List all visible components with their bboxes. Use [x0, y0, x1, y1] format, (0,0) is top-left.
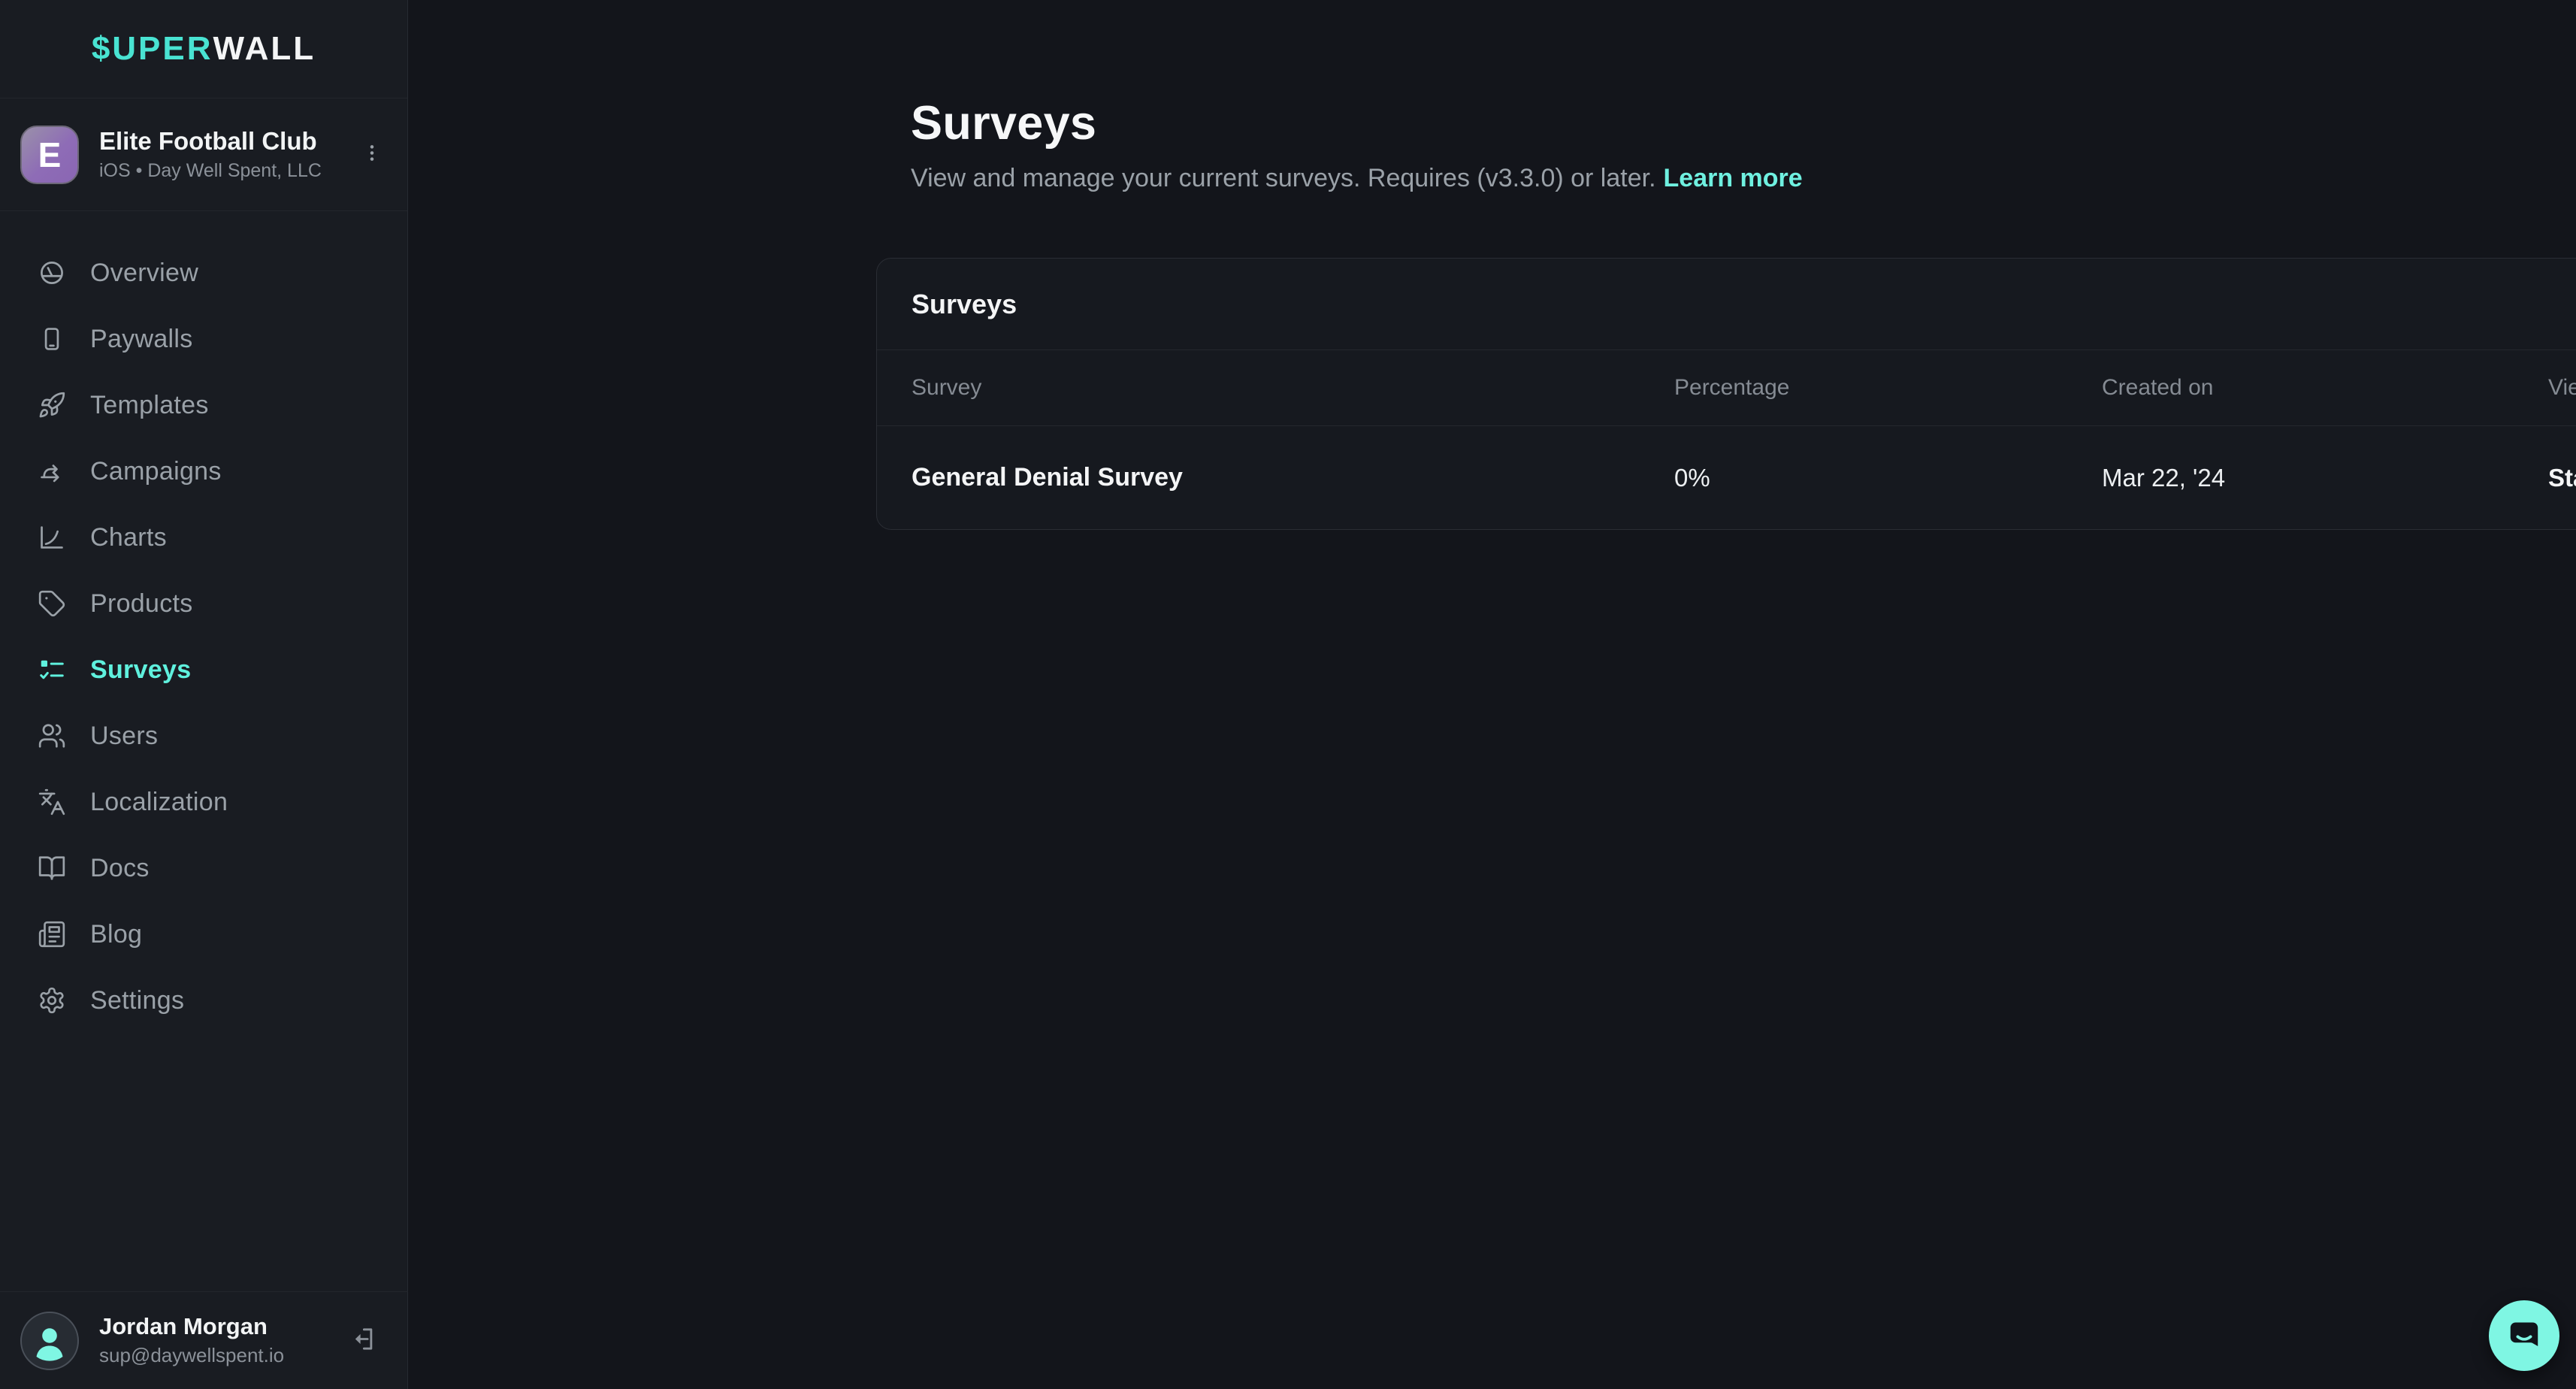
- user-info: Jordan Morgan sup@daywellspent.io: [99, 1314, 284, 1367]
- table-row: General Denial Survey0%Mar 22, '24StatsE…: [877, 426, 2576, 529]
- survey-percentage: 0%: [1674, 464, 2102, 492]
- workspace-menu-icon[interactable]: [356, 137, 388, 172]
- sidebar-item-label: Overview: [90, 259, 198, 288]
- users-icon: [36, 720, 68, 752]
- sidebar-item-blog[interactable]: Blog: [0, 901, 408, 967]
- phone-icon: [36, 323, 68, 355]
- sidebar-item-label: Campaigns: [90, 457, 222, 486]
- column-header-2: Created on: [2102, 375, 2548, 401]
- column-header-0: Survey: [912, 375, 1674, 401]
- book-icon: [36, 852, 68, 884]
- branch-icon: [36, 455, 68, 487]
- brand-logo[interactable]: $UPERWALL: [0, 0, 407, 98]
- sidebar-item-settings[interactable]: Settings: [0, 967, 408, 1033]
- brand-logo-rest: WALL: [213, 30, 316, 68]
- page-subtitle: View and manage your current surveys. Re…: [911, 164, 1803, 193]
- workspace-name: Elite Football Club: [99, 127, 322, 156]
- survey-actions: StatsEdit: [2548, 455, 2576, 501]
- column-header-3: View & Edit: [2548, 375, 2576, 401]
- logout-icon[interactable]: [345, 1321, 379, 1360]
- newspaper-icon: [36, 918, 68, 950]
- chat-launcher[interactable]: [2489, 1300, 2559, 1371]
- sidebar-item-surveys[interactable]: Surveys: [0, 637, 408, 703]
- sidebar-item-label: Templates: [90, 391, 209, 420]
- sidebar-item-products[interactable]: Products: [0, 570, 408, 637]
- sidebar-item-users[interactable]: Users: [0, 703, 408, 769]
- survey-created-on: Mar 22, '24: [2102, 464, 2548, 492]
- stats-link[interactable]: Stats: [2548, 464, 2576, 492]
- user-name: Jordan Morgan: [99, 1314, 284, 1339]
- workspace-meta: iOS • Day Well Spent, LLC: [99, 160, 322, 182]
- sidebar-item-label: Surveys: [90, 655, 191, 685]
- sidebar-item-label: Products: [90, 589, 193, 619]
- brand-logo-accent: $UPER: [92, 30, 213, 68]
- sidebar-nav: Overview Paywalls Templates Campaigns Charts…: [0, 211, 408, 1033]
- sidebar-item-templates[interactable]: Templates: [0, 372, 408, 438]
- panel-header: Surveys + Add Survey: [877, 259, 2576, 350]
- sidebar-item-label: Users: [90, 722, 158, 751]
- main-content: Surveys View and manage your current sur…: [408, 0, 2576, 1389]
- workspace-info: Elite Football Club iOS • Day Well Spent…: [99, 127, 322, 183]
- chat-icon: [2504, 1315, 2544, 1356]
- tag-icon: [36, 588, 68, 619]
- sidebar-item-label: Blog: [90, 920, 142, 949]
- workspace-switcher[interactable]: E Elite Football Club iOS • Day Well Spe…: [0, 98, 407, 211]
- sidebar-item-docs[interactable]: Docs: [0, 835, 408, 901]
- sidebar-item-label: Docs: [90, 854, 150, 883]
- sidebar-item-label: Localization: [90, 788, 228, 817]
- survey-name: General Denial Survey: [912, 463, 1674, 492]
- sidebar-item-localization[interactable]: Localization: [0, 769, 408, 835]
- gauge-icon: [36, 257, 68, 289]
- table-body: General Denial Survey0%Mar 22, '24StatsE…: [877, 426, 2576, 529]
- table-header: SurveyPercentageCreated onView & Edit: [877, 350, 2576, 426]
- checklist-icon: [36, 654, 68, 685]
- sidebar-item-label: Settings: [90, 986, 184, 1015]
- rocket-icon: [36, 389, 68, 421]
- sidebar-item-paywalls[interactable]: Paywalls: [0, 306, 408, 372]
- sidebar-item-charts[interactable]: Charts: [0, 504, 408, 570]
- gear-icon: [36, 985, 68, 1016]
- sidebar-item-label: Charts: [90, 523, 167, 552]
- sidebar-item-overview[interactable]: Overview: [0, 240, 408, 306]
- surveys-panel: Surveys + Add Survey SurveyPercentageCre…: [876, 258, 2576, 530]
- column-header-1: Percentage: [1674, 375, 2102, 401]
- user-avatar: [20, 1312, 79, 1370]
- workspace-avatar: E: [20, 126, 79, 184]
- learn-more-link[interactable]: Learn more: [1664, 164, 1803, 192]
- panel-title: Surveys: [912, 289, 1017, 320]
- chart-icon: [36, 522, 68, 553]
- page-title: Surveys: [911, 96, 1096, 150]
- user-email: sup@daywellspent.io: [99, 1344, 284, 1367]
- sidebar-item-label: Paywalls: [90, 325, 193, 354]
- user-profile: Jordan Morgan sup@daywellspent.io: [0, 1291, 408, 1389]
- translate-icon: [36, 786, 68, 818]
- sidebar: $UPERWALL E Elite Football Club iOS • Da…: [0, 0, 408, 1389]
- sidebar-item-campaigns[interactable]: Campaigns: [0, 438, 408, 504]
- page-subtitle-text: View and manage your current surveys. Re…: [911, 164, 1656, 192]
